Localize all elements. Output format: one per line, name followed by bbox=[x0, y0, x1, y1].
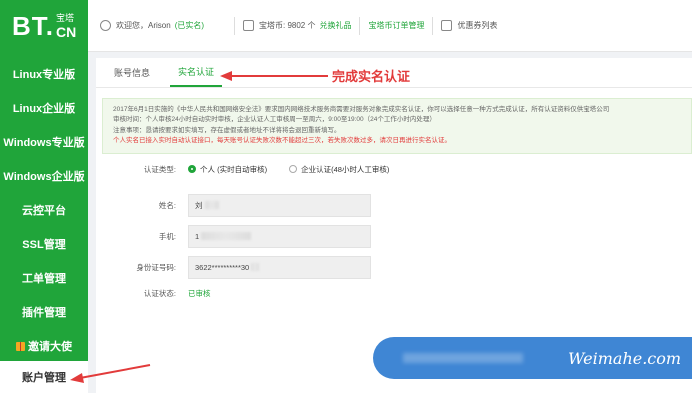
gift-icon bbox=[16, 341, 25, 351]
auth-type-row: 认证类型: 个人 (实时自动审核) 企业认证(48小时人工审核) bbox=[96, 164, 411, 175]
personal-radio[interactable] bbox=[188, 165, 196, 174]
phone-row: 手机: 1 bbox=[96, 224, 371, 248]
logo-cn-bottom: CN bbox=[56, 23, 77, 40]
phone-redaction bbox=[201, 232, 252, 241]
name-value: 刘 bbox=[195, 200, 203, 210]
status-label: 认证状态: bbox=[143, 288, 176, 298]
coupons-segment: 优惠券列表 bbox=[432, 16, 505, 35]
sidebar-item-invite-label: 邀请大使 bbox=[28, 341, 72, 353]
sidebar-item-windows-enterprise[interactable]: Windows企业版 bbox=[0, 159, 88, 193]
name-label: 姓名: bbox=[158, 200, 176, 210]
coupons-link[interactable]: 优惠券列表 bbox=[457, 20, 497, 31]
auth-type-label: 认证类型: bbox=[143, 164, 176, 174]
status-row: 认证状态: 已审核 bbox=[96, 288, 211, 299]
sidebar-item-linux-enterprise[interactable]: Linux企业版 bbox=[0, 91, 88, 125]
sidebar-item-invite[interactable]: 邀请大使 bbox=[0, 329, 88, 363]
verified-badge: (已实名) bbox=[174, 21, 205, 30]
name-redaction bbox=[204, 201, 219, 210]
status-value: 已审核 bbox=[188, 288, 211, 298]
notice-warning: 个人实名已接入实时自动认证接口，每天账号认证失败次数不能超过三次，若失败次数过多… bbox=[113, 137, 451, 145]
name-row: 姓名: 刘 bbox=[96, 193, 371, 217]
sidebar-item-account[interactable]: 账户管理 bbox=[0, 361, 88, 393]
tab-account-info[interactable]: 账号信息 bbox=[114, 66, 160, 87]
logo[interactable]: BT. 宝塔 CN bbox=[0, 0, 88, 52]
welcome-text: 欢迎您，Arison bbox=[116, 21, 171, 30]
logo-cn-top: 宝塔 bbox=[56, 12, 75, 23]
logo-bt: BT. bbox=[12, 10, 54, 41]
personal-option[interactable]: 个人 (实时自动审核) bbox=[188, 164, 267, 175]
sidebar-item-plugins[interactable]: 插件管理 bbox=[0, 295, 88, 329]
id-number-value: 3622**********30 bbox=[195, 262, 250, 272]
coupon-icon bbox=[441, 20, 453, 31]
phone-label: 手机: bbox=[158, 231, 176, 241]
id-number-label: 身份证号码: bbox=[136, 262, 176, 272]
id-number-field[interactable]: 3622**********30 bbox=[188, 255, 371, 279]
coin-segment: 宝塔币: 9802 个 兑换礼品 bbox=[234, 16, 359, 35]
name-field[interactable]: 刘 bbox=[188, 193, 371, 217]
watermark: Weimahe.com bbox=[373, 337, 692, 379]
id-redaction bbox=[251, 263, 260, 272]
notice-line: 2017年6月1日实施的《中华人民共和国网络安全法》要求国内网络技术服务商需要对… bbox=[113, 106, 610, 113]
sidebar: BT. 宝塔 CN Linux专业版 Linux企业版 Windows专业版 W… bbox=[0, 0, 88, 393]
personal-option-label: 个人 (实时自动审核) bbox=[200, 164, 268, 174]
watermark-text: Weimahe.com bbox=[568, 348, 682, 368]
sidebar-item-tickets[interactable]: 工单管理 bbox=[0, 261, 88, 295]
tab-realname-auth[interactable]: 实名认证 bbox=[170, 65, 223, 87]
coin-balance: 宝塔币: 9802 个 bbox=[259, 21, 316, 30]
annotation-text: 完成实名认证 bbox=[332, 69, 411, 84]
notice-box: 2017年6月1日实施的《中华人民共和国网络安全法》要求国内网络技术服务商需要对… bbox=[102, 98, 692, 154]
coin-orders-link[interactable]: 宝塔币订单管理 bbox=[368, 20, 424, 31]
company-option[interactable]: 企业认证(48小时人工审核) bbox=[289, 164, 389, 175]
sidebar-item-windows-pro[interactable]: Windows专业版 bbox=[0, 125, 88, 159]
phone-field[interactable]: 1 bbox=[188, 224, 371, 248]
company-option-label: 企业认证(48小时人工审核) bbox=[301, 164, 390, 174]
redeem-gift-link[interactable]: 兑换礼品 bbox=[319, 20, 351, 31]
welcome-segment: 欢迎您，Arison (已实名) bbox=[88, 17, 212, 35]
top-bar: 欢迎您，Arison (已实名) 宝塔币: 9802 个 兑换礼品 宝塔币订单管… bbox=[88, 0, 692, 52]
company-radio[interactable] bbox=[289, 165, 298, 174]
sidebar-item-cloud-control[interactable]: 云控平台 bbox=[0, 193, 88, 227]
logo-cn-group: 宝塔 CN bbox=[56, 12, 77, 40]
notice-line: 审核时间：个人审核24小时自动实时审核，企业认证人工审核周一至周六，9:00至1… bbox=[113, 116, 436, 124]
id-row: 身份证号码: 3622**********30 bbox=[96, 255, 371, 279]
user-icon bbox=[100, 20, 111, 31]
orders-segment: 宝塔币订单管理 bbox=[359, 16, 432, 35]
sidebar-item-linux-pro[interactable]: Linux专业版 bbox=[0, 57, 88, 91]
sidebar-nav: Linux专业版 Linux企业版 Windows专业版 Windows企业版 … bbox=[0, 57, 88, 363]
watermark-blur bbox=[403, 353, 523, 363]
sidebar-item-ssl[interactable]: SSL管理 bbox=[0, 227, 88, 261]
phone-value: 1 bbox=[195, 231, 200, 241]
coin-icon bbox=[243, 20, 255, 31]
notice-line: 注意事项：恳请按要求如实填写，存在虚假或者地址不详将将会退回重新填写。 bbox=[113, 126, 341, 134]
